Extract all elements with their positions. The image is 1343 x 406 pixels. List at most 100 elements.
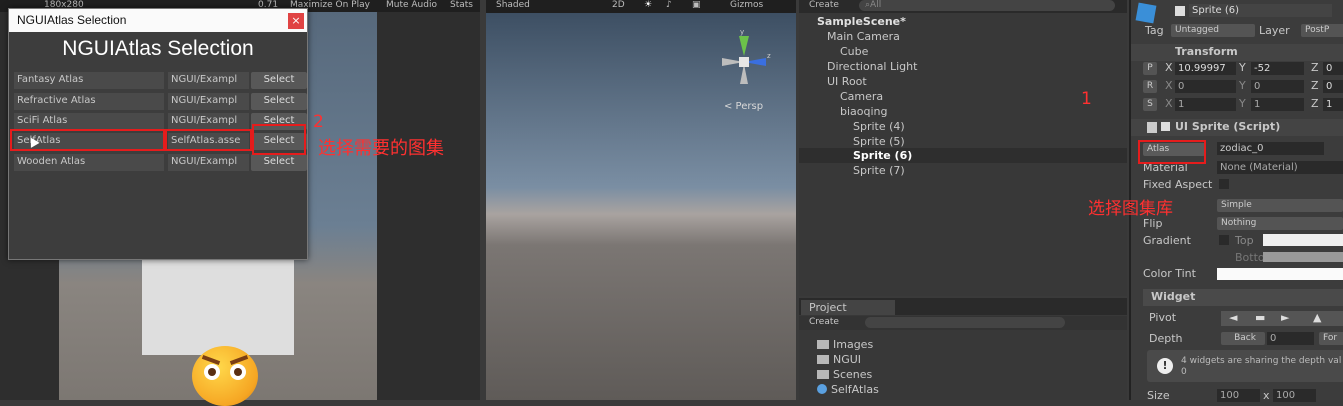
close-icon[interactable]: × [288,13,304,29]
color-tint-label: Color Tint [1143,267,1196,280]
folder-item[interactable]: Images [817,338,873,351]
position-x[interactable]: 10.99997 [1175,62,1236,75]
scene-orientation-gizmo[interactable]: y z [714,28,774,98]
create-dropdown[interactable]: Create [809,0,839,10]
mode-2d-toggle[interactable]: 2D [612,0,625,10]
atlas-path: NGUI/Exampl [168,72,249,89]
position-z[interactable]: 0 [1323,62,1343,75]
select-button[interactable]: Select [251,154,307,171]
layer-label: Layer [1259,24,1290,37]
depth-field[interactable]: 0 [1267,332,1314,345]
position-y[interactable]: -52 [1251,62,1304,75]
depth-forward-button[interactable]: For [1319,332,1343,345]
top-label: Top [1235,234,1254,247]
script-icon [1147,122,1157,133]
fixed-aspect-label: Fixed Aspect [1143,178,1213,191]
select-button[interactable]: Select [251,93,307,110]
dialog-heading: NGUIAtlas Selection [62,37,254,60]
gizmos-dropdown[interactable]: Gizmos [730,0,763,10]
selected-row-highlight [799,148,1127,163]
folder-item[interactable]: Scenes [817,368,872,381]
pivot-right-icon[interactable]: ► [1281,311,1289,324]
hierarchy-item-selected[interactable]: Sprite (6) [853,149,912,162]
folder-icon [817,370,829,379]
atlas-path: NGUI/Exampl [168,113,249,130]
info-icon: ! [1157,358,1173,374]
hierarchy-item[interactable]: Sprite (7) [853,164,905,177]
project-search[interactable] [865,317,1065,328]
shading-dropdown[interactable]: Shaded [496,0,530,10]
position-reset[interactable]: P [1143,62,1157,75]
hierarchy-item[interactable]: Camera [840,90,883,103]
hierarchy-scene[interactable]: SampleScene* [817,15,906,28]
lighting-icon[interactable]: ☀ [644,0,652,10]
hierarchy-item[interactable]: Sprite (5) [853,135,905,148]
tab-project[interactable]: Project [801,300,895,315]
color-tint-swatch[interactable] [1217,268,1343,280]
pivot-buttons[interactable]: ◄ ▬ ► ▲ [1221,311,1343,326]
gameobject-cube-icon [1135,2,1157,24]
type-dropdown[interactable]: Simple [1217,199,1343,212]
active-checkbox[interactable] [1175,6,1185,16]
highlight-box [163,129,252,151]
create-dropdown[interactable]: Create [809,317,839,327]
rotation-x[interactable]: 0 [1175,80,1236,93]
hierarchy-item[interactable]: Cube [840,45,868,58]
scene-toolbar: Shaded 2D ☀ ♪ ▣ Gizmos [486,0,796,13]
top-color-swatch[interactable] [1263,234,1343,246]
z-label: Z [1311,79,1319,92]
window-titlebar[interactable]: NGUIAtlas Selection × [9,9,307,32]
fixed-aspect-checkbox[interactable] [1219,179,1229,189]
scale-reset[interactable]: S [1143,98,1157,111]
object-name-field[interactable]: Sprite (6) [1189,4,1332,17]
folder-icon [817,340,829,349]
audio-icon[interactable]: ♪ [666,0,672,10]
layer-dropdown[interactable]: PostP [1301,24,1343,37]
atlas-row: Wooden Atlas NGUI/Exampl Select [14,154,307,171]
hierarchy-item[interactable]: Directional Light [827,60,917,73]
uisprite-header[interactable]: UI Sprite (Script) [1131,119,1343,136]
step-instruction: 选择图集库 [1088,199,1173,219]
effects-icon[interactable]: ▣ [692,0,701,10]
scale-y[interactable]: 1 [1251,98,1304,111]
rotation-z[interactable]: 0 [1323,80,1343,93]
depth-back-button[interactable]: Back [1221,332,1265,345]
hierarchy-item[interactable]: Sprite (4) [853,120,905,133]
y-label: Y [1239,97,1246,110]
size-height-field[interactable]: 100 [1273,389,1316,402]
gradient-label: Gradient [1143,234,1191,247]
select-button[interactable]: Select [251,72,307,89]
hierarchy-search[interactable]: ⌕All [859,0,1115,11]
transform-header[interactable]: Transform [1131,44,1343,61]
flip-dropdown[interactable]: Nothing [1217,217,1343,230]
scale-x[interactable]: 1 [1175,98,1236,111]
material-field[interactable]: None (Material) [1217,161,1343,174]
hierarchy-item[interactable]: UI Root [827,75,867,88]
pivot-left-icon[interactable]: ◄ [1229,311,1237,324]
scale-z[interactable]: 1 [1323,98,1343,111]
gradient-checkbox[interactable] [1219,235,1229,245]
stats-toggle[interactable]: Stats [450,0,473,10]
uisprite-title: UI Sprite (Script) [1175,120,1281,133]
svg-text:y: y [740,28,744,36]
asset-item[interactable]: SelfAtlas [817,383,879,396]
step-instruction: 选择需要的图集 [318,138,444,159]
highlight-box [1138,140,1206,164]
widget-header[interactable]: Widget [1143,289,1343,306]
atlas-path: NGUI/Exampl [168,93,249,110]
persp-label[interactable]: < Persp [724,101,763,112]
size-width-field[interactable]: 100 [1217,389,1260,402]
pivot-center-icon[interactable]: ▬ [1255,311,1265,324]
component-enabled-checkbox[interactable] [1161,122,1170,131]
bottom-color-swatch[interactable] [1263,252,1343,262]
hierarchy-item[interactable]: Main Camera [827,30,900,43]
rotation-y[interactable]: 0 [1251,80,1304,93]
folder-item[interactable]: NGUI [817,353,861,366]
rotation-reset[interactable]: R [1143,80,1157,93]
mute-audio-toggle[interactable]: Mute Audio [386,0,437,10]
tag-dropdown[interactable]: Untagged [1171,24,1255,37]
hierarchy-item[interactable]: biaoqing [840,105,888,118]
sprite-field[interactable]: zodiac_0 [1217,142,1324,155]
info-text: 4 widgets are sharing the depth val [1181,356,1342,366]
pivot-top-icon[interactable]: ▲ [1313,311,1321,324]
